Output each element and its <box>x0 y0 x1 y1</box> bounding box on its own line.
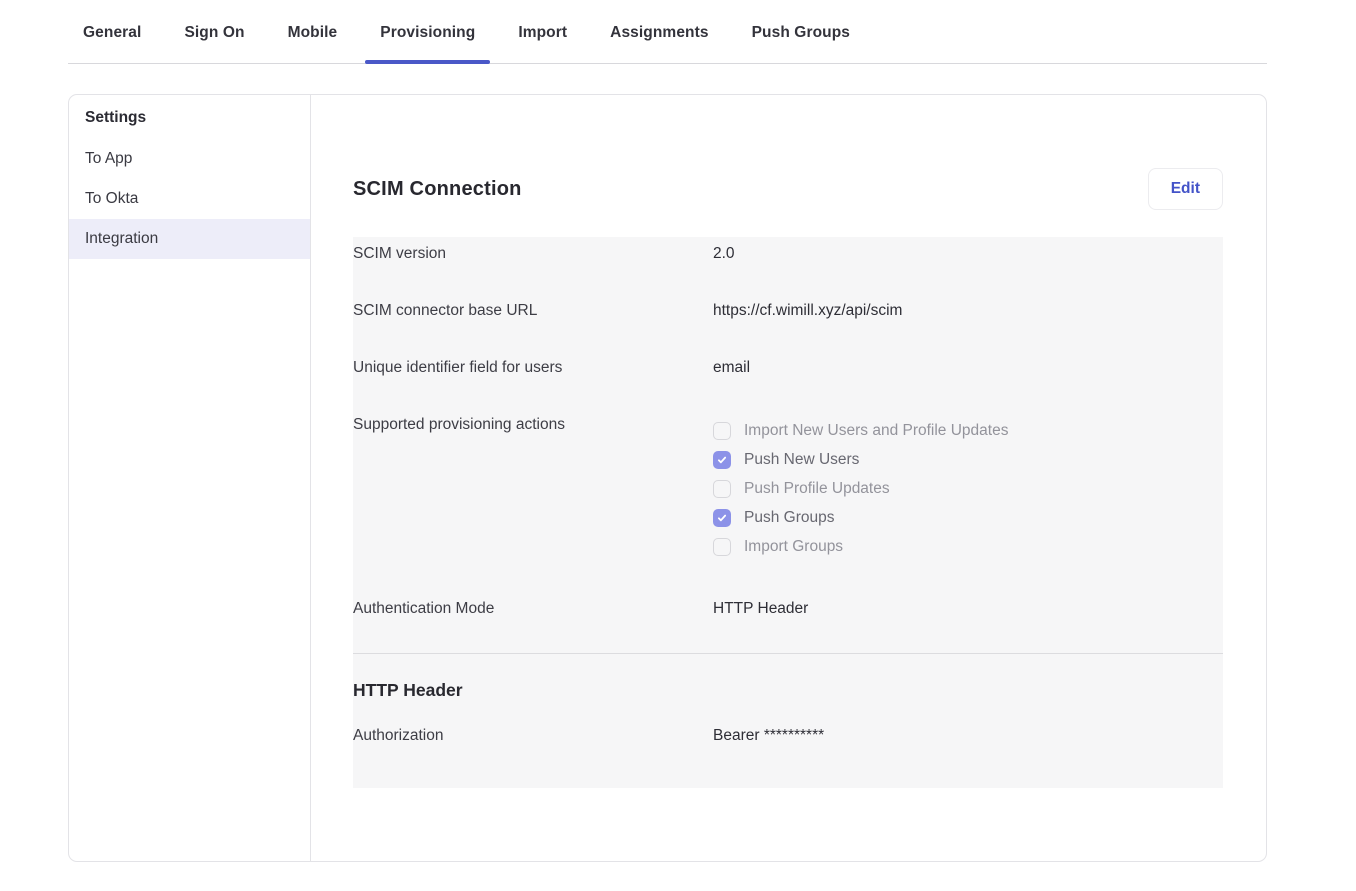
field-value: Bearer ********** <box>713 727 824 745</box>
section-header: SCIM Connection Edit <box>353 168 1223 210</box>
checkbox-label: Push New Users <box>744 451 859 469</box>
tab-mobile[interactable]: Mobile <box>288 24 338 63</box>
checkbox-option-import-groups[interactable]: Import Groups <box>713 532 1008 561</box>
field-row-supported-provisioning-actions: Supported provisioning actionsImport New… <box>353 408 1223 592</box>
subsection-title: HTTP Header <box>353 654 1223 719</box>
fields: SCIM version2.0SCIM connector base URLht… <box>353 237 1223 649</box>
field-row-authentication-mode: Authentication ModeHTTP Header <box>353 592 1223 649</box>
field-row-scim-version: SCIM version2.0 <box>353 237 1223 294</box>
checkbox-option-push-new-users[interactable]: Push New Users <box>713 445 1008 474</box>
tab-provisioning[interactable]: Provisioning <box>380 24 475 63</box>
subsection-fields: AuthorizationBearer ********** <box>353 719 1223 776</box>
checkbox-label: Push Profile Updates <box>744 480 890 498</box>
tab-bar: General Sign On Mobile Provisioning Import As… <box>68 0 1267 64</box>
tab-assignments[interactable]: Assignments <box>610 24 708 63</box>
field-value: https://cf.wimill.xyz/api/scim <box>713 302 902 320</box>
sidebar: Settings To AppTo OktaIntegration <box>69 95 311 861</box>
checkmark-glyph <box>716 454 728 466</box>
field-value: 2.0 <box>713 245 735 263</box>
checkbox-label: Push Groups <box>744 509 834 527</box>
checked-checkbox-icon[interactable] <box>713 509 731 527</box>
checkbox-group: Import New Users and Profile Updates Push… <box>713 416 1008 561</box>
checked-checkbox-icon[interactable] <box>713 451 731 469</box>
sidebar-nav: To AppTo OktaIntegration <box>69 139 310 259</box>
checkbox-option-push-profile-updates[interactable]: Push Profile Updates <box>713 474 1008 503</box>
sidebar-item-to-app[interactable]: To App <box>69 139 310 179</box>
checkbox-label: Import Groups <box>744 538 843 556</box>
main-content: SCIM Connection Edit SCIM version2.0SCIM… <box>311 95 1266 861</box>
settings-card: Settings To AppTo OktaIntegration SCIM C… <box>68 94 1267 862</box>
checkbox-option-push-groups[interactable]: Push Groups <box>713 503 1008 532</box>
field-row-scim-connector-base-url: SCIM connector base URLhttps://cf.wimill… <box>353 294 1223 351</box>
sidebar-header: Settings <box>69 95 310 139</box>
field-value: email <box>713 359 750 377</box>
tab-sign-on[interactable]: Sign On <box>184 24 244 63</box>
field-row-authorization: AuthorizationBearer ********** <box>353 719 1223 776</box>
unchecked-checkbox-icon[interactable] <box>713 422 731 440</box>
field-label: SCIM connector base URL <box>353 302 713 320</box>
unchecked-checkbox-icon[interactable] <box>713 538 731 556</box>
field-label: SCIM version <box>353 245 713 263</box>
checkmark-glyph <box>716 512 728 524</box>
checkbox-option-import-new-users-and-profile-updates[interactable]: Import New Users and Profile Updates <box>713 416 1008 445</box>
field-label: Authorization <box>353 727 713 745</box>
unchecked-checkbox-icon[interactable] <box>713 480 731 498</box>
field-value: HTTP Header <box>713 600 808 618</box>
field-label: Supported provisioning actions <box>353 416 713 434</box>
field-label: Authentication Mode <box>353 600 713 618</box>
tab-import[interactable]: Import <box>518 24 567 63</box>
sidebar-item-to-okta[interactable]: To Okta <box>69 179 310 219</box>
sidebar-item-integration[interactable]: Integration <box>69 219 310 259</box>
field-label: Unique identifier field for users <box>353 359 713 377</box>
edit-button[interactable]: Edit <box>1148 168 1223 210</box>
tab-general[interactable]: General <box>83 24 141 63</box>
field-row-unique-identifier-field-for-users: Unique identifier field for usersemail <box>353 351 1223 408</box>
tab-push-groups[interactable]: Push Groups <box>752 24 850 63</box>
page-title: SCIM Connection <box>353 178 522 201</box>
scim-connection-panel: SCIM version2.0SCIM connector base URLht… <box>353 237 1223 788</box>
checkbox-label: Import New Users and Profile Updates <box>744 422 1008 440</box>
